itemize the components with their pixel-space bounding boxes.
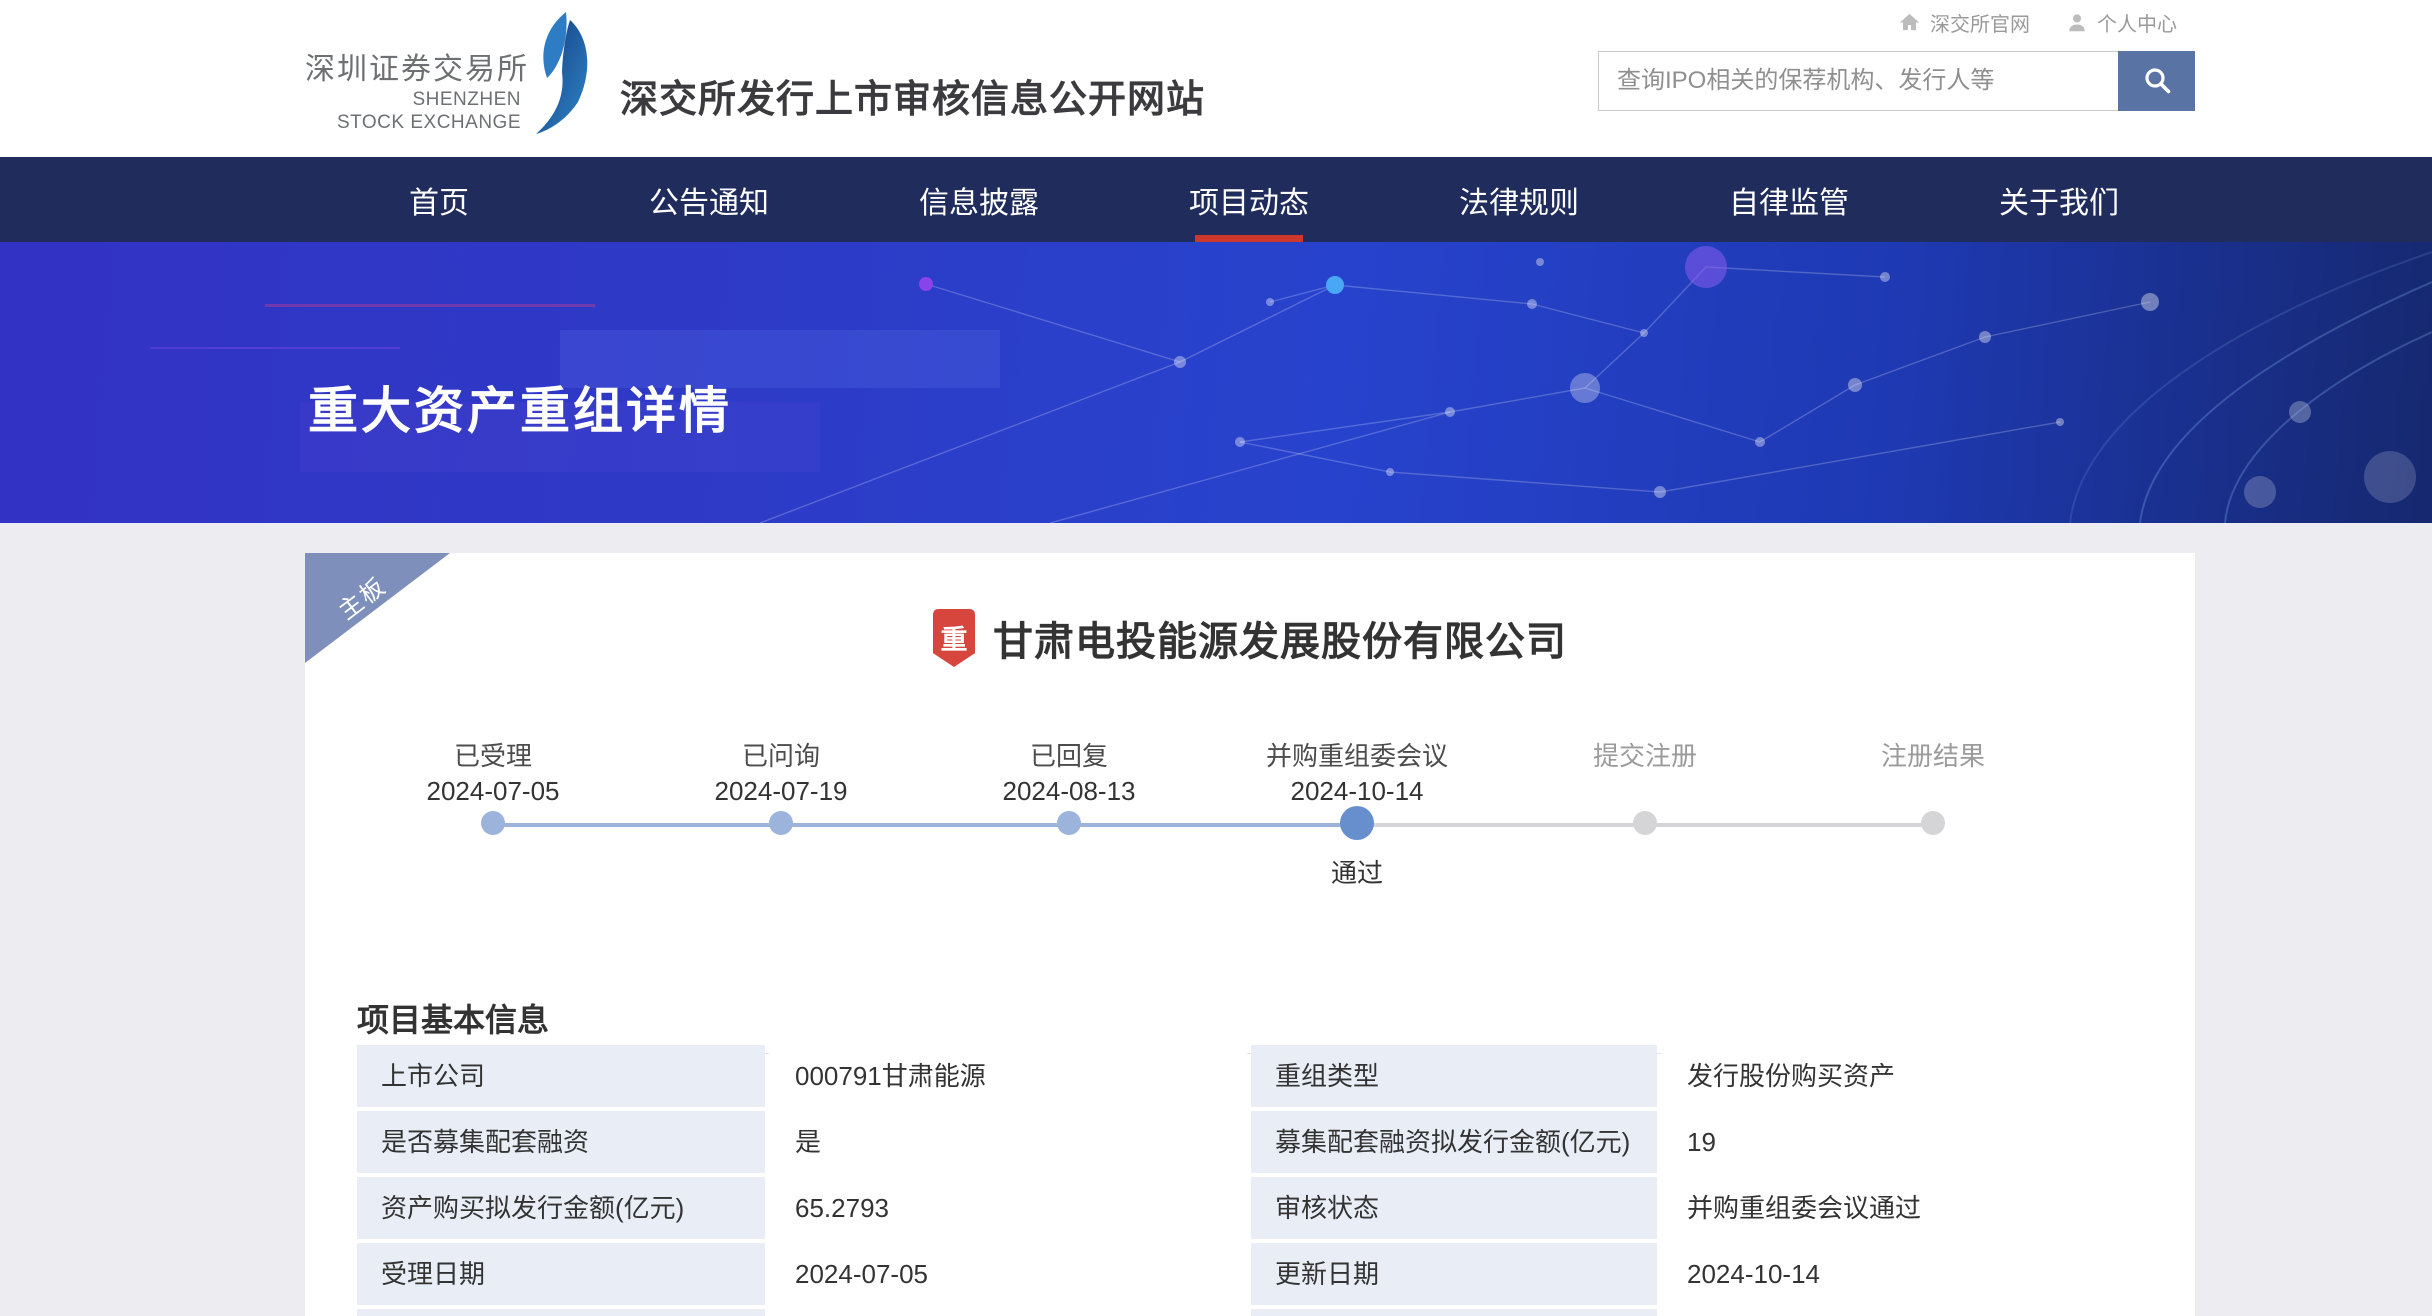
table-label-cell: 上市公司 (357, 1045, 765, 1107)
step-label: 提交注册 (1501, 741, 1789, 771)
step-date: 2024-07-05 (349, 776, 637, 806)
timeline-step: 注册结果 (1789, 741, 2077, 890)
banner: 重大资产重组详情 (0, 242, 2432, 523)
table-label-cell: 资产购买拟发行金额(亿元) (357, 1177, 765, 1239)
exchange-name-en2: STOCK EXCHANGE (305, 111, 521, 134)
table-row: 上市公司000791甘肃能源重组类型发行股份购买资产 (357, 1045, 2139, 1107)
personal-center-link[interactable]: 个人中心 (2066, 8, 2177, 37)
step-date: 2024-10-14 (1213, 776, 1501, 806)
table-label-cell: 受理日期 (357, 1243, 765, 1305)
table-value-cell: 2024-10-14 (1661, 1243, 2139, 1305)
nav-item-label: 首页 (409, 178, 469, 222)
nav-item[interactable]: 首页 (304, 157, 574, 242)
utility-bar: 深交所官网 个人中心 (1898, 8, 2177, 37)
personal-center-label: 个人中心 (2097, 8, 2177, 37)
table-value-cell (769, 1309, 1247, 1316)
search-button[interactable] (2118, 51, 2195, 111)
nav-item-label: 法律规则 (1459, 178, 1579, 222)
nav-item[interactable]: 信息披露 (844, 157, 1114, 242)
step-dot-icon (1057, 811, 1081, 835)
step-dot-icon (1633, 811, 1657, 835)
step-label: 已回复 (925, 741, 1213, 771)
exchange-name-cn: 深圳证券交易所 (305, 52, 521, 88)
detail-card: 主板 重 甘肃电投能源发展股份有限公司 已受理2024-07-05已问询2024… (305, 553, 2195, 1316)
home-icon (1898, 11, 1921, 34)
company-name: 甘肃电投能源发展股份有限公司 (993, 609, 1567, 667)
active-underline (1195, 235, 1303, 242)
nav-item[interactable]: 公告通知 (574, 157, 844, 242)
exchange-logo-text: 深圳证券交易所 SHENZHEN STOCK EXCHANGE (305, 52, 521, 134)
main-content: 主板 重 甘肃电投能源发展股份有限公司 已受理2024-07-05已问询2024… (0, 523, 2432, 1316)
step-result: 通过 (1213, 853, 1501, 890)
nav-item-label: 信息披露 (919, 178, 1039, 222)
table-label-cell (1251, 1309, 1657, 1316)
nav-item[interactable]: 法律规则 (1384, 157, 1654, 242)
table-row: 资产购买拟发行金额(亿元)65.2793审核状态并购重组委会议通过 (357, 1177, 2139, 1239)
project-info-table: 上市公司000791甘肃能源重组类型发行股份购买资产是否募集配套融资是募集配套融… (357, 1045, 2139, 1316)
step-label: 并购重组委会议 (1213, 741, 1501, 771)
table-value-cell: 19 (1661, 1111, 2139, 1173)
user-icon (2066, 12, 2088, 34)
table-value-cell: 2024-07-05 (769, 1243, 1247, 1305)
search-input[interactable] (1598, 51, 2118, 111)
table-label-cell: 审核状态 (1251, 1177, 1657, 1239)
table-row: 受理日期2024-07-05更新日期2024-10-14 (357, 1243, 2139, 1305)
step-date (1501, 776, 1789, 806)
nav-item[interactable]: 项目动态 (1114, 157, 1384, 242)
table-row (357, 1309, 2139, 1316)
table-label-cell: 重组类型 (1251, 1045, 1657, 1107)
exchange-name-en1: SHENZHEN (305, 88, 521, 111)
timeline-step: 并购重组委会议 2024-10-14 通过 (1213, 741, 1501, 890)
nav-item-label: 关于我们 (1999, 178, 2119, 222)
main-nav: 首页 公告通知 信息披露 项目动态 法律规则 自律监管 关于我们 (0, 157, 2432, 242)
table-value-cell: 发行股份购买资产 (1661, 1045, 2139, 1107)
page-header: 深交所官网 个人中心 深圳证券交易所 SHENZHEN STOCK EXCHAN… (0, 0, 2432, 157)
table-row: 是否募集配套融资是募集配套融资拟发行金额(亿元)19 (357, 1111, 2139, 1173)
audit-timeline: 已受理 2024-07-05已问询 2024-07-19已回复 2024-08-13并… (349, 741, 2077, 891)
site-title: 深交所发行上市审核信息公开网站 (620, 78, 1205, 122)
nav-item-label: 自律监管 (1729, 178, 1849, 222)
step-dot-icon (1340, 806, 1374, 840)
company-header: 重 甘肃电投能源发展股份有限公司 (305, 607, 2195, 669)
table-value-cell: 是 (769, 1111, 1247, 1173)
step-dot-icon (1921, 811, 1945, 835)
table-label-cell: 更新日期 (1251, 1243, 1657, 1305)
table-label-cell: 是否募集配套融资 (357, 1111, 765, 1173)
step-date (1789, 776, 2077, 806)
search-icon (2142, 65, 2172, 98)
step-label: 已受理 (349, 741, 637, 771)
step-dot-icon (481, 811, 505, 835)
step-date: 2024-07-19 (637, 776, 925, 806)
nav-item[interactable]: 关于我们 (1924, 157, 2194, 242)
table-label-cell (357, 1309, 765, 1316)
step-date: 2024-08-13 (925, 776, 1213, 806)
timeline-step: 提交注册 (1501, 741, 1789, 890)
restructuring-badge-icon: 重 (933, 609, 975, 667)
nav-item-label: 项目动态 (1189, 178, 1309, 222)
table-value-cell (1661, 1309, 2139, 1316)
table-value-cell: 并购重组委会议通过 (1661, 1177, 2139, 1239)
search-box (1598, 51, 2195, 111)
official-site-label: 深交所官网 (1930, 8, 2030, 37)
step-label: 已问询 (637, 741, 925, 771)
table-value-cell: 65.2793 (769, 1177, 1247, 1239)
official-site-link[interactable]: 深交所官网 (1898, 8, 2030, 37)
nav-item-label: 公告通知 (649, 178, 769, 222)
step-label: 注册结果 (1789, 741, 2077, 771)
nav-item[interactable]: 自律监管 (1654, 157, 1924, 242)
step-dot-icon (769, 811, 793, 835)
page-title: 重大资产重组详情 (308, 371, 732, 443)
timeline-step: 已受理 2024-07-05 (349, 741, 637, 890)
table-value-cell: 000791甘肃能源 (769, 1045, 1247, 1107)
exchange-logo-icon (528, 12, 608, 139)
timeline-step: 已回复 2024-08-13 (925, 741, 1213, 890)
table-label-cell: 募集配套融资拟发行金额(亿元) (1251, 1111, 1657, 1173)
timeline-step: 已问询 2024-07-19 (637, 741, 925, 890)
